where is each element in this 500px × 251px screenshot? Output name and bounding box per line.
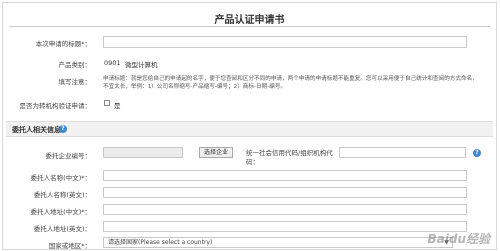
addr-en-input[interactable] [103, 221, 467, 232]
watermark: Baidu经验 [427, 232, 491, 246]
country-label: 国家或地区*： [48, 242, 91, 250]
name-en-input[interactable] [103, 187, 467, 198]
application-form-frame: 产品认证申请书 本次申请的标题*： 产品类别： 0901 微型计算机 填写注意：… [2, 2, 497, 250]
category-name: 微型计算机 [125, 61, 158, 69]
company-no-label: 委托企业编号： [45, 152, 92, 160]
credit-code-label: 统一社会信用代码/组织机构代码： [246, 149, 333, 166]
country-select-value: 请选择国家(Please select a country) [108, 239, 213, 246]
notes-label: 填写注意： [58, 78, 92, 86]
category-label: 产品类别： [58, 61, 92, 69]
name-cn-label: 委托人名称(中文)*： [30, 174, 91, 182]
transfer-option-label: 是 [114, 102, 121, 110]
select-company-button[interactable]: 选择企业 [199, 147, 234, 158]
title-divider [9, 26, 490, 27]
transfer-label: 是否为转机构验证申请： [19, 102, 92, 110]
country-select[interactable]: 请选择国家(Please select a country) ▼ [103, 237, 453, 248]
transfer-checkbox[interactable] [104, 100, 110, 106]
name-cn-input[interactable] [103, 170, 467, 181]
category-code: 0901 [104, 59, 121, 67]
credit-code-input[interactable] [339, 147, 466, 158]
name-en-label: 委托人名称(英文)： [33, 191, 91, 199]
section-title: 委托人相关信息 [12, 126, 61, 134]
notes-text: 申请标题：就是您给自己的申请起的名字，便于您查阅和区分不同的申请，两个申请的申请… [103, 76, 478, 90]
help-icon[interactable]: ? [59, 125, 67, 133]
title-label: 本次申请的标题*： [35, 40, 91, 48]
credit-code-help-icon[interactable]: ? [473, 149, 481, 157]
company-no-input[interactable] [103, 147, 183, 158]
title-input[interactable] [103, 36, 467, 48]
addr-cn-label: 委托人地址(中文)*： [30, 208, 91, 216]
page-title: 产品认证申请书 [214, 15, 285, 26]
addr-en-label: 委托人地址(英文)： [33, 225, 91, 233]
client-info-section-header: 委托人相关信息 ? [6, 121, 493, 137]
addr-cn-input[interactable] [103, 204, 467, 215]
